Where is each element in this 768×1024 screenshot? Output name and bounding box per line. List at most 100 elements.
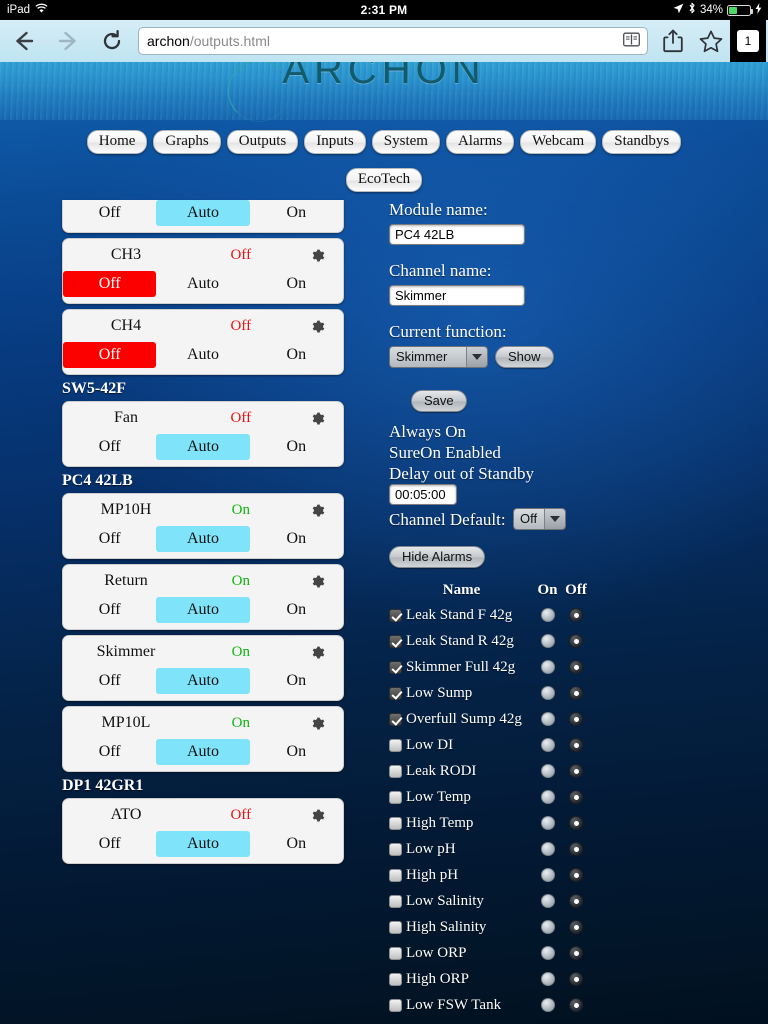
alarm-radio-off[interactable] — [569, 946, 583, 960]
nav-item-home[interactable]: Home — [86, 130, 148, 154]
alarm-radio-on[interactable] — [540, 790, 555, 804]
alarm-radio-on[interactable] — [540, 738, 555, 752]
alarm-radio-off[interactable] — [569, 894, 583, 908]
alarm-radio-off[interactable] — [569, 842, 583, 856]
channel-default-select[interactable]: Off — [512, 508, 566, 530]
channel-mode-off[interactable]: Off — [63, 597, 156, 623]
channel-mode-auto[interactable]: Auto — [156, 526, 250, 552]
alarm-enable-checkbox[interactable] — [389, 920, 402, 934]
bookmark-star-icon[interactable] — [692, 20, 730, 62]
alarm-radio-off[interactable] — [569, 712, 583, 726]
alarm-radio-off[interactable] — [569, 608, 583, 622]
alarm-enable-checkbox[interactable] — [389, 712, 402, 726]
show-button[interactable]: Show — [495, 346, 554, 368]
channel-mode-on[interactable]: On — [250, 271, 343, 297]
channel-mode-auto[interactable]: Auto — [156, 668, 250, 694]
alarm-radio-on[interactable] — [540, 660, 555, 674]
channel-mode-off[interactable]: Off — [63, 200, 156, 226]
alarm-enable-checkbox[interactable] — [389, 660, 402, 674]
alarm-radio-on[interactable] — [540, 920, 555, 934]
nav-item-webcam[interactable]: Webcam — [520, 130, 597, 154]
alarm-enable-checkbox[interactable] — [389, 868, 402, 882]
back-arrow-icon[interactable] — [2, 20, 46, 62]
alarm-radio-off[interactable] — [569, 816, 583, 830]
alarm-enable-checkbox[interactable] — [389, 998, 402, 1012]
channel-mode-off[interactable]: Off — [63, 526, 156, 552]
alarm-radio-off[interactable] — [569, 686, 583, 700]
channel-mode-on[interactable]: On — [250, 342, 343, 368]
alarm-enable-checkbox[interactable] — [389, 972, 402, 986]
channel-mode-auto[interactable]: Auto — [156, 342, 249, 368]
alarm-radio-on[interactable] — [540, 634, 555, 648]
alarm-radio-on[interactable] — [540, 842, 555, 856]
gear-icon[interactable] — [293, 645, 343, 660]
alarm-radio-off[interactable] — [569, 998, 583, 1012]
channel-mode-off[interactable]: Off — [63, 668, 156, 694]
channel-mode-auto[interactable]: Auto — [156, 434, 250, 460]
alarm-enable-checkbox[interactable] — [389, 816, 402, 830]
current-function-select[interactable]: Skimmer — [389, 346, 488, 368]
alarm-enable-checkbox[interactable] — [389, 946, 402, 960]
alarm-enable-checkbox[interactable] — [389, 764, 402, 778]
channel-mode-off[interactable]: Off — [63, 434, 156, 460]
address-bar[interactable]: archon/outputs.html — [138, 27, 648, 55]
nav-item-ecotech[interactable]: EcoTech — [345, 168, 423, 192]
alarm-radio-on[interactable] — [540, 816, 555, 830]
alarm-radio-off[interactable] — [569, 920, 583, 934]
gear-icon[interactable] — [293, 808, 343, 823]
alarm-radio-on[interactable] — [540, 608, 555, 622]
alarm-enable-checkbox[interactable] — [389, 894, 402, 908]
channel-mode-on[interactable]: On — [250, 434, 343, 460]
nav-item-system[interactable]: System — [371, 130, 440, 154]
channel-mode-on[interactable]: On — [250, 526, 343, 552]
channel-mode-auto[interactable]: Auto — [156, 739, 250, 765]
nav-item-inputs[interactable]: Inputs — [304, 130, 366, 154]
channel-mode-off[interactable]: Off — [63, 271, 157, 297]
alarm-radio-off[interactable] — [569, 764, 583, 778]
alarm-radio-on[interactable] — [540, 946, 555, 960]
channel-mode-off[interactable]: Off — [63, 831, 156, 857]
alarm-radio-off[interactable] — [569, 634, 583, 648]
delay-out-of-standby-input[interactable] — [389, 484, 457, 505]
channel-mode-on[interactable]: On — [250, 200, 343, 226]
channel-mode-auto[interactable]: Auto — [156, 200, 250, 226]
gear-icon[interactable] — [293, 503, 343, 518]
channel-mode-on[interactable]: On — [250, 668, 343, 694]
tab-count-button[interactable]: 1 — [730, 20, 766, 62]
channel-mode-on[interactable]: On — [250, 597, 343, 623]
gear-icon[interactable] — [293, 411, 343, 426]
alarm-radio-off[interactable] — [569, 868, 583, 882]
save-button[interactable]: Save — [411, 390, 467, 412]
reader-view-icon[interactable] — [623, 32, 640, 50]
nav-item-standbys[interactable]: Standbys — [602, 130, 682, 154]
alarm-enable-checkbox[interactable] — [389, 738, 402, 752]
alarm-radio-off[interactable] — [569, 660, 583, 674]
share-icon[interactable] — [654, 20, 692, 62]
alarm-radio-on[interactable] — [540, 868, 555, 882]
alarm-enable-checkbox[interactable] — [389, 790, 402, 804]
alarm-enable-checkbox[interactable] — [389, 686, 402, 700]
channel-mode-on[interactable]: On — [250, 739, 343, 765]
alarm-radio-on[interactable] — [540, 712, 555, 726]
channel-mode-auto[interactable]: Auto — [156, 831, 250, 857]
reload-icon[interactable] — [90, 20, 134, 62]
alarm-radio-off[interactable] — [569, 972, 583, 986]
nav-item-alarms[interactable]: Alarms — [445, 130, 515, 154]
alarm-radio-on[interactable] — [540, 972, 555, 986]
alarm-enable-checkbox[interactable] — [389, 842, 402, 856]
channel-mode-off[interactable]: Off — [63, 342, 157, 368]
nav-item-graphs[interactable]: Graphs — [153, 130, 221, 154]
forward-arrow-icon[interactable] — [46, 20, 90, 62]
alarm-radio-off[interactable] — [569, 790, 583, 804]
gear-icon[interactable] — [293, 574, 343, 589]
gear-icon[interactable] — [293, 248, 343, 263]
alarm-radio-on[interactable] — [540, 764, 555, 778]
channel-name-input[interactable] — [389, 285, 525, 306]
alarm-radio-on[interactable] — [540, 686, 555, 700]
channel-mode-off[interactable]: Off — [63, 739, 156, 765]
module-name-input[interactable] — [389, 224, 525, 245]
channel-mode-auto[interactable]: Auto — [156, 597, 250, 623]
gear-icon[interactable] — [293, 319, 343, 334]
alarm-radio-off[interactable] — [569, 738, 583, 752]
channel-mode-on[interactable]: On — [250, 831, 343, 857]
